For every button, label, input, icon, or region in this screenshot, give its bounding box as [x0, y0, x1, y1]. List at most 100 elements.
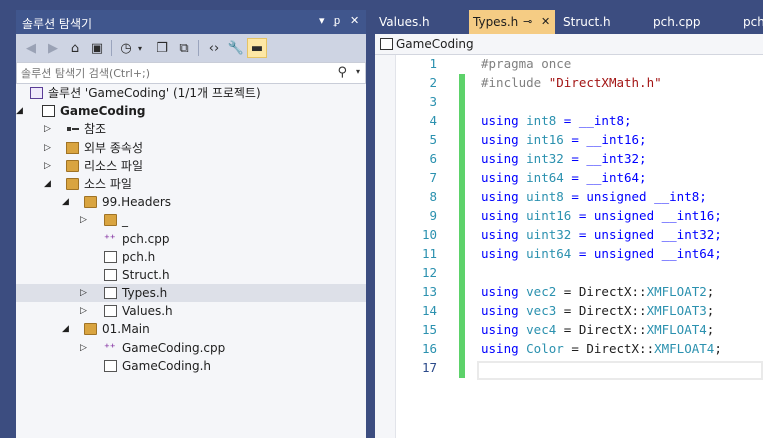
tree-item[interactable]: ▷ _ [16, 211, 366, 229]
forward-icon[interactable]: ▶ [43, 38, 63, 58]
tree-item[interactable]: ⁺⁺ pch.cpp [16, 230, 366, 248]
glyph-margin [375, 55, 395, 438]
window-frame-top [0, 0, 763, 10]
collapsed-arrow-icon[interactable]: ▷ [80, 339, 90, 357]
tree-item-label: 참조 [84, 122, 107, 137]
tree-item[interactable]: ▷ Values.h [16, 302, 366, 320]
collapsed-arrow-icon[interactable]: ▷ [44, 139, 54, 157]
editor-tab[interactable]: Values.h [375, 10, 465, 34]
line-number: 4 [429, 113, 437, 128]
expanded-arrow-icon[interactable]: ◢ [62, 320, 72, 338]
line-number: 5 [429, 132, 437, 147]
code-token: vec3 [526, 303, 557, 318]
tree-item[interactable]: GameCoding.h [16, 357, 366, 375]
tree-item[interactable]: 솔루션 'GameCoding' (1/1개 프로젝트) [16, 84, 366, 102]
home-icon[interactable]: ⌂ [65, 38, 85, 58]
search-options-chevron-icon[interactable]: ▾ [356, 67, 360, 76]
collapsed-arrow-icon[interactable]: ▷ [80, 211, 90, 229]
code-token: "DirectXMath.h" [548, 75, 662, 90]
code-token: using [481, 284, 527, 299]
back-icon[interactable]: ◀ [21, 38, 41, 58]
change-marker [459, 264, 465, 283]
cpp-file-icon: ⁺⁺ [104, 231, 116, 245]
tree-item[interactable]: ▷ 리소스 파일 [16, 157, 366, 175]
tab-label: pch.cpp [653, 15, 701, 29]
tree-item[interactable]: ▷ ⁺⁺ GameCoding.cpp [16, 339, 366, 357]
code-line: using int16 = __int16; [481, 132, 647, 147]
tree-item[interactable]: Struct.h [16, 266, 366, 284]
tree-item-label: GameCoding.cpp [122, 340, 226, 355]
close-tab-icon[interactable]: ✕ [541, 10, 550, 34]
line-number: 2 [429, 75, 437, 90]
references-icon [66, 123, 79, 135]
collapse-all-icon[interactable]: ❐ [152, 38, 172, 58]
tree-item[interactable]: ◢ GameCoding [16, 102, 366, 120]
view-code-icon[interactable]: ‹› [204, 38, 224, 58]
pin-icon[interactable]: ᵱ [334, 14, 340, 27]
history-icon[interactable]: ◷ [116, 38, 136, 58]
editor-tab[interactable]: Types.h ⊸ ✕ [469, 10, 555, 34]
tree-item[interactable]: ▷ 참조 [16, 120, 366, 138]
line-number: 6 [429, 151, 437, 166]
code-token: = unsigned __int8; [563, 189, 707, 204]
line-number: 3 [429, 94, 437, 109]
code-token: Color [526, 341, 564, 356]
search-icon[interactable]: ⚲ [337, 65, 347, 80]
close-icon[interactable]: ✕ [350, 14, 359, 27]
expanded-arrow-icon[interactable]: ◢ [16, 102, 26, 120]
code-token: int32 [526, 151, 564, 166]
show-all-files-icon[interactable]: ⧉ [174, 38, 194, 58]
expanded-arrow-icon[interactable]: ◢ [44, 175, 54, 193]
project-dropdown[interactable]: GameCoding [396, 37, 474, 51]
code-line: using vec3 = DirectX::XMFLOAT3; [481, 303, 714, 318]
code-token: vec2 [526, 284, 557, 299]
preview-selected-icon[interactable]: ▬ [247, 38, 267, 58]
code-token: using [481, 151, 527, 166]
tree-item[interactable]: ◢ 01.Main [16, 320, 366, 338]
panel-splitter[interactable] [366, 0, 375, 438]
line-number: 7 [429, 170, 437, 185]
change-marker [459, 245, 465, 264]
editor-tab[interactable]: Struct.h [559, 10, 645, 34]
chevron-down-icon[interactable]: ▾ [135, 38, 145, 58]
collapsed-arrow-icon[interactable]: ▷ [80, 302, 90, 320]
expanded-arrow-icon[interactable]: ◢ [62, 193, 72, 211]
change-marker [459, 150, 465, 169]
code-token: uint16 [526, 208, 572, 223]
change-marker [459, 226, 465, 245]
tree-item-label: 리소스 파일 [84, 158, 144, 173]
collapsed-arrow-icon[interactable]: ▷ [44, 157, 54, 175]
project-icon [42, 105, 55, 118]
change-marker [459, 131, 465, 150]
tree-item-label: 솔루션 'GameCoding' (1/1개 프로젝트) [48, 86, 261, 100]
tree-item[interactable]: ◢ 소스 파일 [16, 175, 366, 193]
editor-tab[interactable]: pch.cpp [649, 10, 735, 34]
search-box[interactable]: ⚲ ▾ [16, 62, 366, 84]
code-token: = unsigned __int64; [571, 246, 722, 261]
tree-item[interactable]: ◢ 99.Headers [16, 193, 366, 211]
code-token: = __int16; [563, 132, 647, 147]
code-editor[interactable]: 1 #pragma once 2 #include "DirectXMath.h" 3 4… [375, 55, 763, 438]
panel-menu-icon[interactable]: ▾ [319, 14, 325, 27]
cpp-file-icon: ⁺⁺ [104, 340, 116, 354]
code-token: ; [714, 341, 722, 356]
change-marker [459, 359, 465, 378]
line-number: 8 [429, 189, 437, 204]
properties-wrench-icon[interactable]: 🔧 [226, 38, 246, 58]
line-number: 11 [421, 246, 437, 261]
search-input[interactable] [21, 65, 321, 81]
panel-title: 솔루션 탐색기 [22, 17, 93, 31]
collapsed-arrow-icon[interactable]: ▷ [44, 120, 54, 138]
line-number: 12 [421, 265, 437, 280]
editor-tab[interactable]: pch [739, 10, 763, 34]
toolbar-separator [111, 40, 112, 56]
switch-views-icon[interactable]: ▣ [87, 38, 107, 58]
collapsed-arrow-icon[interactable]: ▷ [80, 284, 90, 302]
tree-item[interactable]: ▷ 외부 종속성 [16, 139, 366, 157]
tree-item[interactable]: ▷ Types.h [16, 284, 366, 303]
line-number: 10 [421, 227, 437, 242]
pin-tab-icon[interactable]: ⊸ [523, 10, 532, 34]
code-token: using [481, 341, 527, 356]
tree-item[interactable]: pch.h [16, 248, 366, 266]
code-line: using uint16 = unsigned __int16; [481, 208, 722, 223]
